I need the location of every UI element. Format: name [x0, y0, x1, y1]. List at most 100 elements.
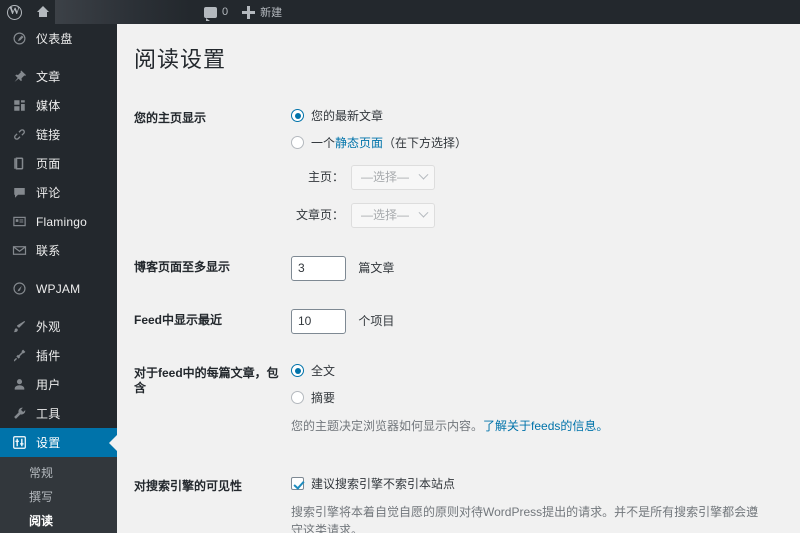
chevron-down-icon [418, 169, 429, 180]
new-content-menu[interactable]: 新建 [235, 0, 289, 24]
sidebar-item-label: 媒体 [36, 98, 61, 113]
posts-page-select[interactable]: —选择— [351, 202, 436, 228]
sidebar-item-label: 设置 [36, 435, 61, 450]
front-page-select-value: —选择— [361, 170, 410, 185]
media-icon [11, 98, 27, 114]
radio-full-text-input[interactable] [291, 364, 304, 378]
label-front-page-displays: 您的主页显示 [134, 110, 207, 125]
sidebar-item-flamingo[interactable]: Flamingo [0, 207, 117, 236]
posts-per-rss-input[interactable] [291, 308, 346, 334]
plus-icon [242, 5, 256, 19]
static-page-suffix: （在下方选择） [383, 135, 468, 150]
new-content-label: 新建 [260, 7, 283, 19]
radio-summary-input[interactable] [291, 391, 304, 405]
sidebar-item-label: 联系 [36, 243, 61, 258]
main-content-area: 阅读设置 您的主页显示 您的最新文章 一个静态页面（在下方选择） 主页： —选择… [117, 24, 800, 533]
posts-page-select-row: 文章页： —选择— [291, 202, 770, 228]
envelope-icon [11, 243, 27, 259]
radio-option-static-page[interactable]: 一个静态页面（在下方选择） [291, 134, 770, 152]
sidebar-item-appearance[interactable]: 外观 [0, 312, 117, 341]
sidebar-item-wpjam[interactable]: WPJAM [0, 274, 117, 303]
radio-option-full-text[interactable]: 全文 [291, 362, 770, 380]
static-page-link[interactable]: 静态页面 [335, 136, 383, 150]
sidebar-item-label: 文章 [36, 69, 61, 84]
sidebar-item-dashboard[interactable]: 仪表盘 [0, 24, 117, 53]
reading-settings-wrap: 阅读设置 您的主页显示 您的最新文章 一个静态页面（在下方选择） 主页： —选择… [117, 24, 800, 533]
row-posts-per-page: 博客页面至多显示 篇文章 [134, 242, 780, 295]
wordpress-logo-menu[interactable] [0, 0, 29, 24]
row-posts-per-rss: Feed中显示最近 个项目 [134, 295, 780, 348]
radio-option-latest-posts[interactable]: 您的最新文章 [291, 107, 770, 125]
site-name-label [55, 0, 190, 24]
comment-bubble-icon [11, 185, 27, 201]
label-posts-per-rss: Feed中显示最近 [134, 312, 223, 327]
label-posts-per-page: 博客页面至多显示 [134, 259, 231, 274]
static-page-prefix: 一个 [311, 135, 336, 150]
wrench-icon [11, 406, 27, 422]
row-search-engine-visibility: 对搜索引擎的可见性 建议搜索引擎不索引本站点 搜索引擎将本着自觉自愿的原则对待W… [134, 461, 780, 533]
plugin-icon [11, 348, 27, 364]
radio-latest-posts-input[interactable] [291, 109, 304, 123]
feed-content-description: 您的主题决定浏览器如何显示内容。了解关于feeds的信息。 [291, 417, 770, 435]
sidebar-item-label: 仪表盘 [36, 31, 73, 46]
comments-count: 0 [222, 6, 229, 18]
radio-static-page-input[interactable] [291, 136, 304, 150]
sidebar-item-posts[interactable]: 文章 [0, 62, 117, 91]
search-visibility-description: 搜索引擎将本着自觉自愿的原则对待WordPress提出的请求。并不是所有搜索引擎… [291, 504, 759, 533]
radio-full-text-label: 全文 [311, 363, 336, 378]
posts-per-rss-suffix: 个项目 [358, 314, 395, 329]
radio-option-summary[interactable]: 摘要 [291, 389, 770, 407]
sidebar-item-contact[interactable]: 联系 [0, 236, 117, 265]
radio-summary-label: 摘要 [311, 390, 336, 405]
sidebar-item-settings[interactable]: 设置 [0, 428, 117, 457]
feeds-info-link[interactable]: 了解关于feeds的信息。 [483, 419, 608, 433]
discourage-search-engines-label: 建议搜索引擎不索引本站点 [311, 476, 456, 491]
submenu-item-reading[interactable]: 阅读 [0, 509, 117, 533]
label-feed-content: 对于feed中的每篇文章，包含 [134, 365, 279, 396]
settings-sliders-icon [11, 435, 27, 451]
row-feed-content: 对于feed中的每篇文章，包含 全文 摘要 您的主题决定浏览器如何显示内容。了解… [134, 348, 780, 461]
comment-bubble-icon [204, 6, 217, 21]
sidebar-item-tools[interactable]: 工具 [0, 399, 117, 428]
page-title: 阅读设置 [134, 47, 227, 72]
front-page-select[interactable]: —选择— [351, 164, 436, 190]
wordpress-logo-icon [7, 4, 22, 20]
sidebar-item-users[interactable]: 用户 [0, 370, 117, 399]
sidebar-item-label: WPJAM [36, 281, 81, 296]
front-page-fieldset: 您的最新文章 一个静态页面（在下方选择） 主页： —选择— 文章页： —选择— [291, 107, 770, 228]
radio-latest-posts-label: 您的最新文章 [311, 108, 384, 123]
site-home-menu[interactable] [29, 0, 197, 24]
sidebar-item-label: 页面 [36, 156, 61, 171]
settings-table: 您的主页显示 您的最新文章 一个静态页面（在下方选择） 主页： —选择— 文章页… [134, 93, 780, 533]
sidebar-item-comments[interactable]: 评论 [0, 178, 117, 207]
discourage-search-engines-input[interactable] [291, 477, 304, 491]
sidebar-item-label: 工具 [36, 406, 61, 421]
appearance-brush-icon [11, 319, 27, 335]
feed-content-fieldset: 全文 摘要 您的主题决定浏览器如何显示内容。了解关于feeds的信息。 [291, 362, 770, 447]
feed-description-text: 您的主题决定浏览器如何显示内容。 [291, 418, 484, 433]
posts-page-select-label: 文章页： [295, 208, 344, 223]
search-visibility-fieldset: 建议搜索引擎不索引本站点 搜索引擎将本着自觉自愿的原则对待WordPress提出… [291, 475, 770, 533]
checkbox-discourage-search-engines[interactable]: 建议搜索引擎不索引本站点 [291, 475, 770, 493]
wpjam-icon [11, 281, 27, 297]
admin-sidebar-menu: 仪表盘 文章 媒体 链接 页面 评论 Flamingo 联系 WPJAM 外观 … [0, 24, 117, 533]
row-front-page-displays: 您的主页显示 您的最新文章 一个静态页面（在下方选择） 主页： —选择— 文章页… [134, 93, 780, 242]
front-page-select-row: 主页： —选择— [291, 164, 770, 190]
sidebar-item-label: 链接 [36, 127, 61, 142]
sidebar-item-pages[interactable]: 页面 [0, 149, 117, 178]
sidebar-item-label: 评论 [36, 185, 61, 200]
radio-static-page-text: 一个静态页面（在下方选择） [311, 134, 467, 152]
submenu-item-writing[interactable]: 撰写 [0, 485, 117, 509]
posts-per-page-input[interactable] [291, 255, 346, 281]
dashboard-icon [11, 31, 27, 47]
sidebar-item-media[interactable]: 媒体 [0, 91, 117, 120]
submenu-item-general[interactable]: 常规 [0, 461, 117, 485]
sidebar-item-label: 插件 [36, 348, 61, 363]
comments-menu[interactable]: 0 [197, 0, 235, 24]
front-page-select-label: 主页： [307, 170, 344, 185]
sidebar-item-plugins[interactable]: 插件 [0, 341, 117, 370]
link-icon [11, 127, 27, 143]
sidebar-item-links[interactable]: 链接 [0, 120, 117, 149]
settings-submenu: 常规 撰写 阅读 讨论 媒体 固定链接 [0, 457, 117, 533]
posts-per-page-suffix: 篇文章 [358, 261, 395, 276]
